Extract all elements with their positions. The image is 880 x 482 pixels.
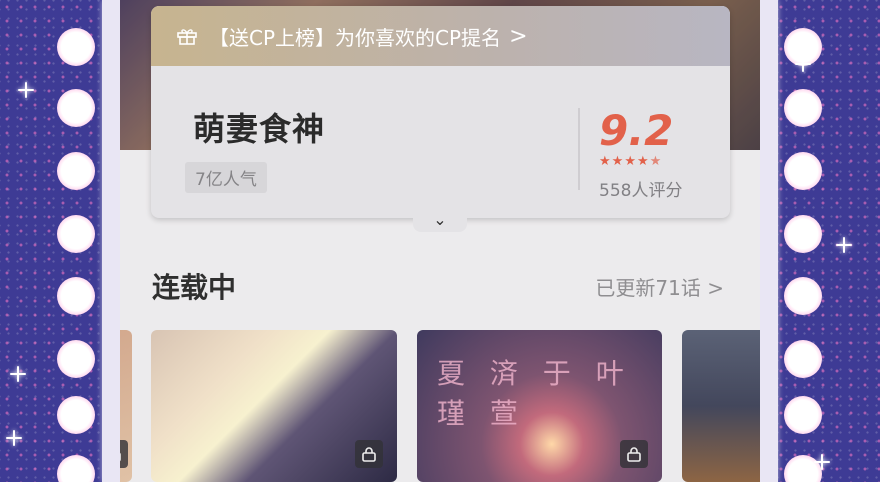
light-bulb [57, 396, 95, 434]
lock-icon [120, 440, 128, 468]
star-icon: ★ [611, 154, 624, 169]
light-bulb [57, 340, 95, 378]
divider [578, 108, 580, 190]
light-bulb [57, 28, 95, 66]
light-bulb [784, 152, 822, 190]
light-bulb [784, 340, 822, 378]
expand-chevron-button[interactable]: ⌄ [413, 206, 467, 232]
chapter-thumbnail[interactable] [120, 330, 132, 482]
serial-section-title: 连载中 [152, 271, 237, 304]
fireworks-text: 夏 済 于 叶 瑾 萱 [437, 357, 632, 430]
gift-icon [177, 27, 197, 45]
star-icon: ★ [624, 154, 636, 169]
rater-count: 558人评分 [599, 181, 683, 201]
cp-nomination-banner[interactable]: 【送CP上榜】为你喜欢的CP提名 > [151, 6, 730, 66]
chevron-right-icon: > [509, 23, 528, 49]
sparkle-icon [814, 454, 830, 470]
sparkle-icon [18, 82, 34, 98]
cp-nomination-text: 【送CP上榜】为你喜欢的CP提名 [209, 25, 502, 50]
light-bulb [784, 215, 822, 253]
light-bulb [57, 215, 95, 253]
left-rail [102, 0, 120, 482]
light-bulb [784, 277, 822, 315]
rating-stars: ★ ★ ★ ★ ★ [599, 154, 662, 169]
lock-icon [355, 440, 383, 468]
light-bulb [57, 152, 95, 190]
chevron-down-icon: ⌄ [433, 209, 447, 229]
comic-info-card: 【送CP上榜】为你喜欢的CP提名 > 萌妻食神 7亿人气 9.2 ★ ★ ★ ★… [151, 6, 730, 218]
lock-icon [620, 440, 648, 468]
light-bulb [784, 89, 822, 127]
star-icon: ★ [636, 154, 649, 169]
star-icon: ★ [649, 154, 662, 169]
popularity-badge: 7亿人气 [185, 162, 267, 193]
sparkle-icon [6, 430, 22, 446]
light-bulb [57, 277, 95, 315]
update-count-link[interactable]: 已更新71话 > [595, 272, 724, 301]
star-icon: ★ [599, 154, 611, 169]
rating-score: 9.2 [599, 106, 674, 155]
left-border-decoration [0, 0, 120, 482]
comic-detail-screen: 【送CP上榜】为你喜欢的CP提名 > 萌妻食神 7亿人气 9.2 ★ ★ ★ ★… [120, 0, 760, 482]
light-bulb [784, 396, 822, 434]
chapter-thumbnail[interactable] [682, 330, 760, 482]
sparkle-icon [795, 56, 811, 72]
right-rail [760, 0, 778, 482]
comic-title: 萌妻食神 [193, 110, 326, 148]
chapter-thumbnail[interactable] [151, 330, 397, 482]
sparkle-icon [836, 237, 852, 253]
light-bulb [57, 455, 95, 482]
chapter-thumbnail[interactable]: 夏 済 于 叶 瑾 萱 [417, 330, 662, 482]
sparkle-icon [10, 366, 26, 382]
light-bulb [57, 89, 95, 127]
